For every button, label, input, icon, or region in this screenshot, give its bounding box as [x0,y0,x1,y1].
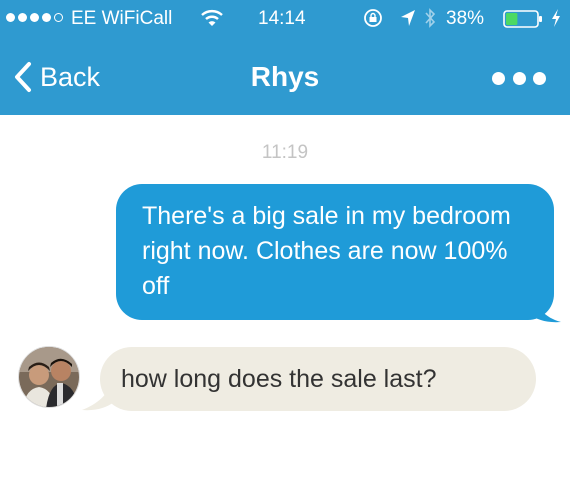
incoming-bubble-tail [82,380,114,411]
status-time: 14:14 [258,8,306,29]
incoming-message-bubble[interactable]: how long does the sale last? [100,347,536,411]
battery-icon [503,10,542,28]
app-header: EE WiFiCall 14:14 38% Back Rhys [0,0,570,115]
navigation-bar: Back Rhys [0,40,570,115]
status-bar: EE WiFiCall 14:14 38% [0,0,570,40]
wifi-icon [201,10,223,26]
bluetooth-icon [425,8,436,28]
carrier-name: EE WiFiCall [71,8,173,29]
contact-avatar[interactable] [18,346,80,408]
outgoing-bubble-tail [529,290,561,323]
charging-bolt-icon [552,9,560,27]
location-arrow-icon [401,10,415,26]
battery-percent: 38% [446,8,485,29]
signal-strength-icon [6,13,63,22]
contact-name-title: Rhys [250,61,320,92]
message-timestamp: 11:19 [261,142,309,163]
rotation-lock-icon [364,9,382,27]
more-dots-icon[interactable] [492,70,546,86]
outgoing-message-bubble[interactable]: There's a big sale in my bedroom right n… [116,184,554,320]
